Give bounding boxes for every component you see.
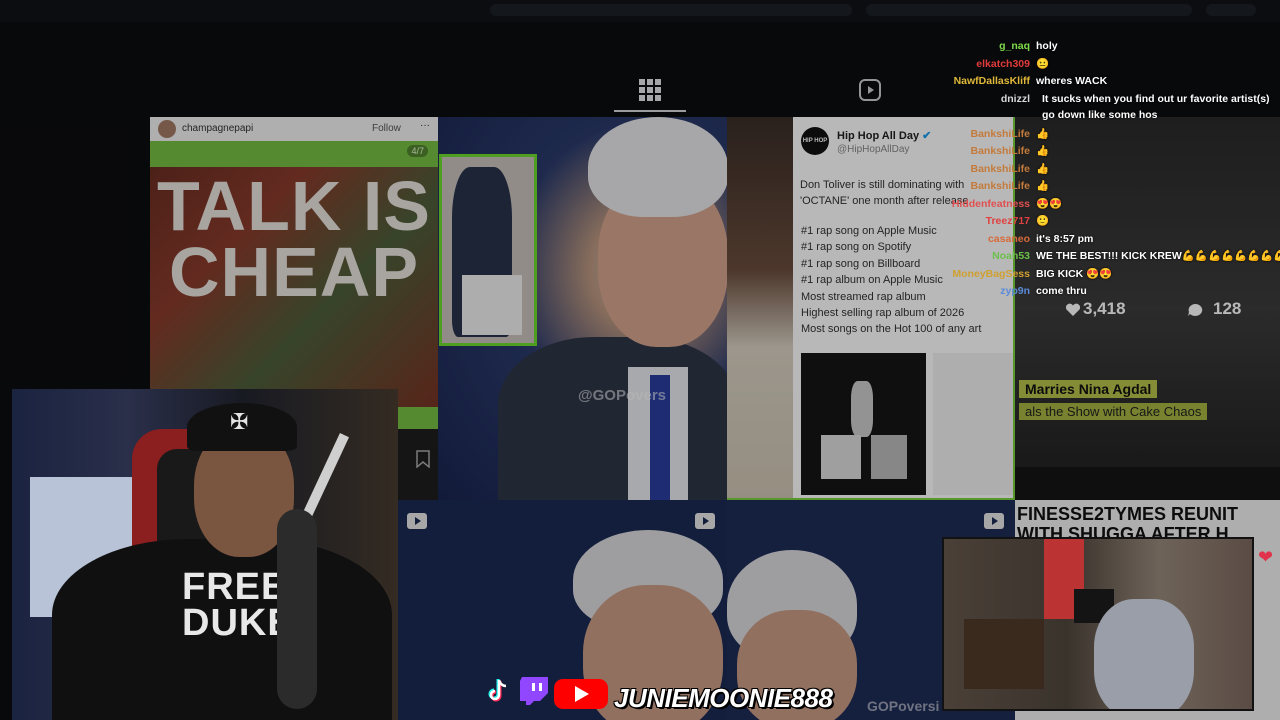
news-banner: Marries Nina Agdal <box>1019 380 1158 398</box>
suit <box>498 337 727 500</box>
chat-username[interactable]: zyp9n <box>900 283 1030 299</box>
tweet-side-photo <box>727 117 793 500</box>
profile-tabs <box>600 70 920 112</box>
post-tile-video[interactable]: @GOPovers <box>438 117 727 500</box>
post-username[interactable]: champagnepapi <box>182 123 253 134</box>
chat-text: 👍 <box>1036 180 1050 192</box>
chat-username[interactable]: Hiddenfeatness <box>900 196 1030 212</box>
chat-text: come thru <box>1036 285 1087 297</box>
chat-username[interactable]: BankshiLife <box>900 161 1030 177</box>
chat-text: It sucks when you find out ur favorite a… <box>1042 92 1270 121</box>
chat-message: Noah53 WE THE BEST!!! KICK KREW💪💪💪💪💪💪💪💪 <box>900 248 1280 266</box>
chat-username[interactable]: Treez717 <box>900 213 1030 229</box>
block <box>871 435 907 479</box>
chat-message: Hiddenfeatness 😍😍 <box>900 196 1278 214</box>
reels-icon[interactable] <box>858 78 882 102</box>
heart-icon: ❤ <box>1258 547 1274 567</box>
chat-text: 😐 <box>1036 57 1050 70</box>
video-watermark: GOPoversi <box>867 698 940 714</box>
chat-username[interactable]: BankshiLife <box>900 178 1030 194</box>
chat-text: 😍😍 <box>1036 197 1063 210</box>
tweet-image <box>801 353 926 495</box>
chat-text: 👍 <box>1036 162 1050 175</box>
secondary-webcam <box>942 537 1254 711</box>
chat-message: BankshiLife 👍 <box>900 143 1278 161</box>
chat-username[interactable]: NawfDallasKliff <box>900 73 1030 89</box>
chat-message: dnizzl It sucks when you find out ur favo… <box>900 91 1278 126</box>
reels-icon <box>695 513 715 529</box>
bookmark-icon[interactable] <box>416 450 430 468</box>
chat-message: BankshiLife 👍 <box>900 178 1278 196</box>
channel-name: JUNIEMOONIE888 <box>614 683 833 713</box>
twitch-icon <box>520 677 548 705</box>
chat-message: elkatch309 😐 <box>900 56 1278 74</box>
stream-chat: g_naq holy elkatch309 😐 NawfDallasKliff where… <box>900 38 1280 328</box>
tweet-avatar[interactable]: HIP HOP ALL DAY <box>801 127 829 172</box>
shelf <box>964 619 1044 689</box>
streamer-webcam: FREE DUKE ✠ <box>12 389 398 720</box>
chat-username[interactable]: BankshiLife <box>900 126 1030 142</box>
chat-username[interactable]: Noah53 <box>900 248 1030 264</box>
chat-message: BankshiLife 👍 <box>900 126 1278 144</box>
tweet-image-2 <box>933 353 1015 495</box>
microphone <box>277 509 317 709</box>
chat-message: g_naq holy <box>900 38 1278 56</box>
figure <box>851 381 873 437</box>
youtube-icon <box>554 679 608 709</box>
page-indicator: 4/7 <box>407 145 428 157</box>
inset-pants <box>462 275 522 335</box>
chat-message: BankshiLife 👍 <box>900 161 1278 179</box>
tiktok-icon <box>488 679 507 702</box>
address-pill[interactable] <box>490 4 852 16</box>
chat-username[interactable]: MoneyBagSess <box>900 266 1030 282</box>
chat-username[interactable]: dnizzl <box>900 91 1030 107</box>
post-green-strip <box>396 407 438 429</box>
tweet-handle: @HipHopAllDay <box>837 144 910 155</box>
chat-text: WE THE BEST!!! KICK KREW💪💪💪💪💪💪💪💪 <box>1036 250 1280 262</box>
post-header: champagnepapi Follow ··· <box>150 117 438 141</box>
avatar[interactable] <box>158 120 176 138</box>
chat-message: MoneyBagSess BIG KICK 😍😍 <box>900 266 1278 284</box>
chat-message: NawfDallasKliff wheres WACK <box>900 73 1278 91</box>
search-pill[interactable] <box>866 4 1192 16</box>
inset-video <box>439 154 537 346</box>
chat-text: 👍 <box>1036 127 1050 140</box>
video-watermark: @GOPovers <box>578 387 666 404</box>
tile-lower-band <box>1015 467 1280 500</box>
reels-icon <box>984 513 1004 529</box>
chat-username[interactable]: casaneo <box>900 231 1030 247</box>
chat-text: 👍 <box>1036 145 1050 157</box>
chat-username[interactable]: elkatch309 <box>900 56 1030 72</box>
chat-message: Treez717 🙂 <box>900 213 1278 231</box>
chat-text: BIG KICK 😍😍 <box>1036 267 1113 280</box>
toolbar-pill[interactable] <box>1206 4 1256 16</box>
more-options-icon[interactable]: ··· <box>420 120 430 131</box>
chat-message: casaneo it's 8:57 pm <box>900 231 1278 249</box>
hair <box>588 117 727 217</box>
chat-username[interactable]: BankshiLife <box>900 143 1030 159</box>
post-green-bar: 4/7 <box>150 141 438 167</box>
post-headline: TALK IS CHEAP <box>156 167 431 311</box>
chat-username[interactable]: g_naq <box>900 38 1030 54</box>
reels-icon <box>407 513 427 529</box>
chat-text: wheres WACK <box>1036 75 1108 87</box>
person <box>1094 599 1194 709</box>
chat-text: holy <box>1036 40 1058 52</box>
chat-message: zyp9n come thru <box>900 283 1278 301</box>
follow-button[interactable]: Follow <box>372 123 401 134</box>
chat-text: 🙂 <box>1036 215 1050 227</box>
block <box>821 435 861 479</box>
active-tab-underline <box>614 110 686 112</box>
top-bar <box>0 0 1280 22</box>
news-subbanner: als the Show with Cake Chaos <box>1019 403 1208 420</box>
cap-logo-icon: ✠ <box>230 409 249 434</box>
chat-text: it's 8:57 pm <box>1036 232 1094 245</box>
channel-branding: JUNIEMOONIE888 <box>484 673 844 717</box>
grid-icon[interactable] <box>638 78 662 102</box>
